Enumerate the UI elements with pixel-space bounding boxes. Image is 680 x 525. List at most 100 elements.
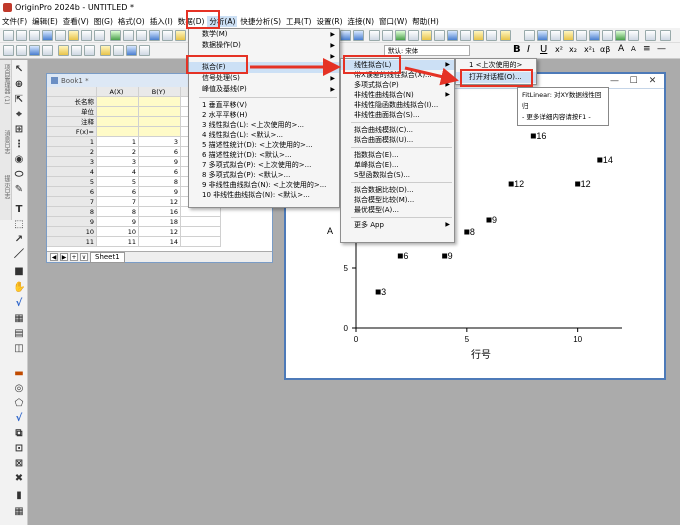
menu-connect[interactable]: 连接(N)	[346, 16, 376, 27]
export-icon[interactable]	[139, 45, 150, 56]
new-layout-icon[interactable]	[81, 30, 92, 41]
graph-toolbar-icon-10[interactable]	[460, 30, 471, 41]
hand-tool-icon[interactable]: ✋	[13, 282, 25, 294]
fit-submenu-item[interactable]: 单峰拟合(E)...	[341, 160, 454, 170]
table-cell[interactable]: 12	[139, 227, 181, 237]
insert-table-icon[interactable]: ▤	[13, 328, 25, 340]
graph-toolbar-icon-17[interactable]	[563, 30, 574, 41]
superscript-icon[interactable]: x²	[555, 45, 563, 54]
recent-fit-item[interactable]: 4 线性拟合(L): <默认>...	[189, 130, 339, 140]
add-sheet-icon[interactable]: +	[70, 253, 78, 261]
graph-toolbar-icon-20[interactable]	[602, 30, 613, 41]
table-cell[interactable]: 9	[139, 157, 181, 167]
align-icon[interactable]: ≡	[643, 44, 651, 54]
graph-toolbar-icon-7[interactable]	[421, 30, 432, 41]
grid-tool-icon[interactable]: ▦	[13, 506, 25, 518]
label-cell[interactable]	[97, 107, 139, 117]
table-cell[interactable]: 12	[139, 197, 181, 207]
zoom-in-icon[interactable]	[3, 45, 14, 56]
recent-fit-item[interactable]: 3 线性拟合(L): <上次使用的>...	[189, 120, 339, 130]
fit-submenu-item[interactable]: 非线性曲面拟合(S)...	[341, 110, 454, 120]
column-header[interactable]: B(Y)	[139, 87, 181, 97]
table-cell[interactable]	[181, 227, 221, 237]
table-cell[interactable]: 7	[97, 197, 139, 207]
menu-format[interactable]: 格式(O)	[116, 16, 147, 27]
fit-submenu-item[interactable]: 拟合曲面模拟(U)...	[341, 135, 454, 145]
fit-submenu-item[interactable]: 非线性隐函数曲线拟合(I)...	[341, 100, 454, 110]
label-cell[interactable]	[139, 107, 181, 117]
annotation-icon[interactable]: ✎	[13, 184, 25, 196]
fit-submenu-item[interactable]: 多项式拟合(P) ▶	[341, 80, 454, 90]
recent-fit-item[interactable]: 10 非线性曲线拟合(N): <默认>...	[189, 190, 339, 200]
label-cell[interactable]	[139, 117, 181, 127]
insert-3d-icon[interactable]: ◫	[13, 343, 25, 355]
subscript-icon[interactable]: x₂	[569, 45, 577, 54]
new-folder-icon[interactable]	[16, 30, 27, 41]
project-explorer-tab[interactable]: 项目管理器 (1)	[2, 64, 11, 104]
redo-icon[interactable]	[84, 45, 95, 56]
graph-toolbar-icon-19[interactable]	[589, 30, 600, 41]
line-style-icon[interactable]: —	[657, 44, 666, 54]
graph-toolbar-icon-9[interactable]	[447, 30, 458, 41]
bold-icon[interactable]: B	[513, 44, 521, 55]
recent-fit-item[interactable]: 7 多项式拟合(P): <上次使用的>...	[189, 160, 339, 170]
row-number[interactable]: 6	[47, 187, 97, 197]
menu-view[interactable]: 查看(V)	[61, 16, 91, 27]
graph-toolbar-icon-11[interactable]	[473, 30, 484, 41]
object-tool-icon[interactable]: ⧉	[13, 428, 25, 440]
table-cell[interactable]: 2	[97, 147, 139, 157]
arrow-tool-icon[interactable]: ↗	[13, 234, 25, 246]
layout-tool-icon[interactable]: ⊡	[13, 443, 25, 455]
bookmark-tool-icon[interactable]: ▮	[13, 490, 25, 502]
color-bar-icon[interactable]: ▬	[13, 368, 25, 380]
table-cell[interactable]	[181, 237, 221, 247]
row-number[interactable]: 4	[47, 167, 97, 177]
add-layer-icon[interactable]	[29, 45, 40, 56]
fit-submenu-item[interactable]: 拟合模型比较(M)...	[341, 195, 454, 205]
text-tool-icon[interactable]: T	[13, 204, 25, 216]
rectangle-select-icon[interactable]: ⬚	[13, 219, 25, 231]
recent-fit-item[interactable]: 6 描述性统计(D): <默认>...	[189, 150, 339, 160]
circle-tool-icon[interactable]: ◎	[13, 383, 25, 395]
graph-toolbar-icon-13[interactable]	[500, 30, 511, 41]
menu-window[interactable]: 窗口(W)	[377, 16, 409, 27]
underline-icon[interactable]: U	[540, 44, 547, 55]
recent-fit-item[interactable]: 1 垂直平移(V)	[189, 100, 339, 110]
pointer-tool-icon[interactable]: ↖	[13, 64, 25, 76]
equation-tool-icon[interactable]: √	[13, 298, 25, 310]
region-tool-icon[interactable]: ⊠	[13, 458, 25, 470]
label-cell[interactable]	[97, 127, 139, 137]
row-number[interactable]: 10	[47, 227, 97, 237]
graph-toolbar-icon-2[interactable]	[353, 30, 364, 41]
draw-data-icon[interactable]: ⬭	[13, 169, 25, 181]
new-function-icon[interactable]	[68, 30, 79, 41]
polygon-tool-icon[interactable]: ⬠	[13, 398, 25, 410]
table-cell[interactable]: 9	[139, 187, 181, 197]
fit-submenu-item[interactable]: 非线性曲线拟合(N) ▶	[341, 90, 454, 100]
save-icon[interactable]	[136, 30, 147, 41]
menu-file[interactable]: 文件(F)	[0, 16, 29, 27]
menu-item-math[interactable]: 数学(M) ▶	[189, 29, 339, 40]
table-cell[interactable]: 16	[139, 207, 181, 217]
fit-submenu-item[interactable]: 最优模型(A)...	[341, 205, 454, 215]
merge-icon[interactable]	[42, 45, 53, 56]
graph-toolbar-icon-6[interactable]	[408, 30, 419, 41]
menu-settings[interactable]: 设置(R)	[314, 16, 344, 27]
sheet-menu-icon[interactable]: ∨	[80, 253, 88, 261]
table-cell[interactable]: 4	[97, 167, 139, 177]
fit-submenu-item[interactable]: 拟合曲线模拟(C)...	[341, 125, 454, 135]
label-cell[interactable]	[97, 117, 139, 127]
menu-item-signal-processing[interactable]: 信号处理(S) ▶	[189, 73, 339, 84]
recent-fit-item[interactable]: 9 非线性曲线拟合(N): <上次使用的>...	[189, 180, 339, 190]
maximize-icon[interactable]: ☐	[627, 75, 640, 87]
close-icon[interactable]: ✕	[646, 75, 659, 87]
refresh-icon[interactable]	[58, 45, 69, 56]
fit-submenu-item[interactable]: 拟合数据比较(D)...	[341, 185, 454, 195]
menu-item-peaks-baseline[interactable]: 峰值及基线(P) ▶	[189, 84, 339, 95]
next-sheet-icon[interactable]: ▶	[60, 253, 68, 261]
label-cell[interactable]	[97, 97, 139, 107]
filter-icon[interactable]	[645, 30, 656, 41]
recent-fit-item[interactable]: 8 多项式拟合(P): <默认>...	[189, 170, 339, 180]
rectangle-tool-icon[interactable]: ■	[13, 266, 25, 278]
menu-insert[interactable]: 插入(I)	[148, 16, 175, 27]
